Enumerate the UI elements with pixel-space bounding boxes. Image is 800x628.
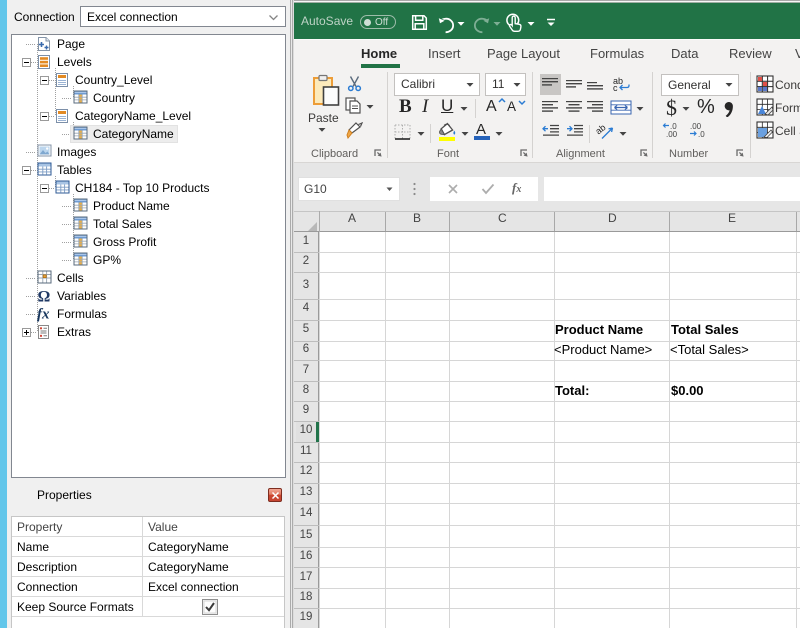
svg-text:.0: .0: [698, 130, 705, 138]
svg-text:.00: .00: [666, 130, 678, 138]
svg-text:A: A: [486, 98, 497, 114]
svg-text:c: c: [613, 83, 618, 91]
svg-text:A: A: [476, 121, 486, 138]
svg-text:Ω: Ω: [38, 289, 51, 305]
svg-text:A: A: [507, 99, 516, 114]
svg-text:fx: fx: [37, 307, 50, 323]
